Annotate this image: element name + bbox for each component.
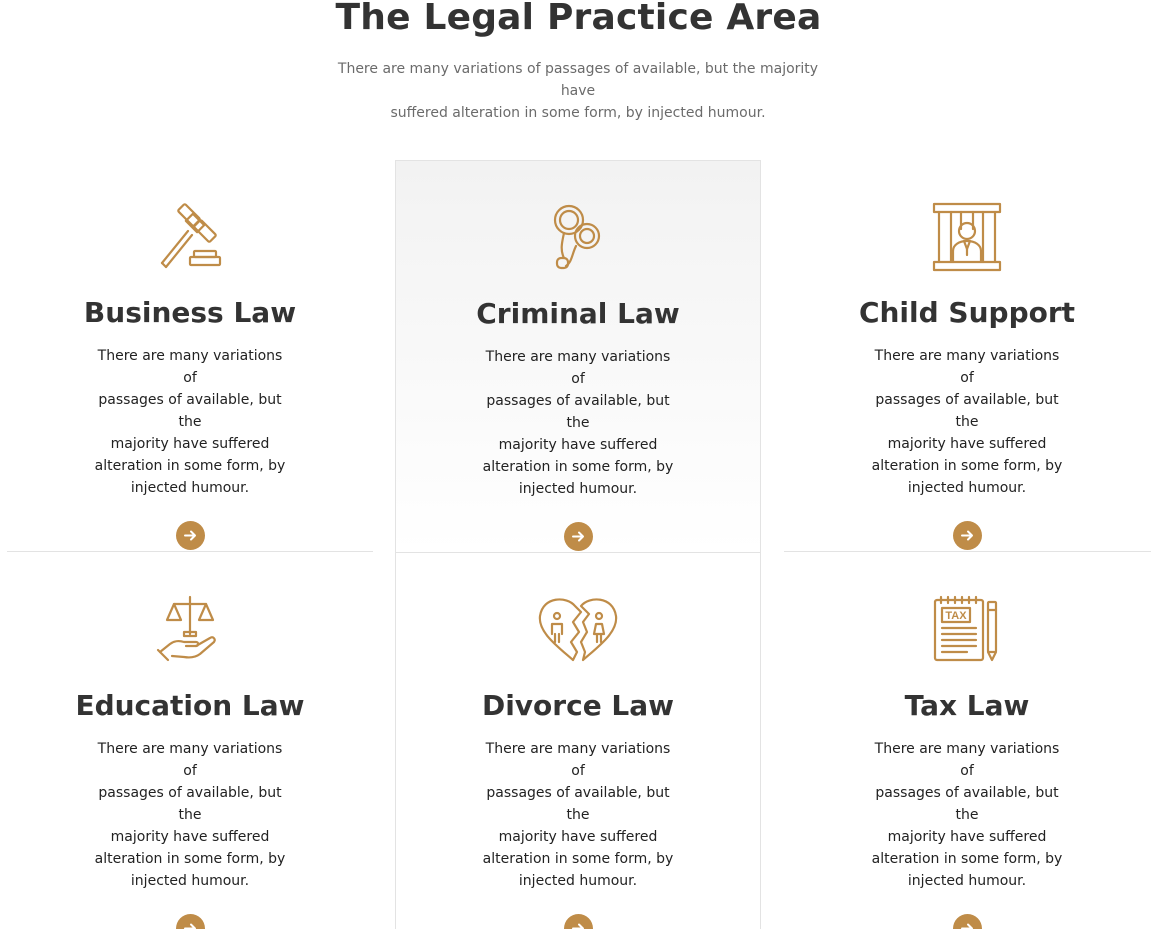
description-line: There are many variations of <box>97 741 283 779</box>
description-line: majority have suffered <box>498 437 658 453</box>
description-line: passages of available, but the <box>875 785 1059 823</box>
description-line: alteration in some form, by <box>871 458 1063 474</box>
card-description: There are many variations of passages of… <box>478 346 678 500</box>
card-title: Education Law <box>75 689 305 722</box>
description-line: passages of available, but the <box>98 392 282 430</box>
description-line: majority have suffered <box>498 829 658 845</box>
description-line: alteration in some form, by <box>94 851 286 867</box>
description-line: There are many variations of <box>874 348 1060 386</box>
description-line: alteration in some form, by <box>482 459 674 475</box>
read-more-button[interactable] <box>952 521 982 550</box>
description-line: There are many variations of <box>485 741 671 779</box>
practice-card-criminal-law: Criminal Law There are many variations o… <box>395 160 761 553</box>
section-subtitle-line-2: suffered alteration in some form, by inj… <box>390 105 766 121</box>
section-subtitle-line-1: There are many variations of passages of… <box>337 61 819 99</box>
broken-heart-icon <box>537 594 619 666</box>
description-line: injected humour. <box>518 481 638 497</box>
description-line: injected humour. <box>907 873 1027 889</box>
row-divider-right <box>784 551 1151 552</box>
read-more-button[interactable] <box>952 914 982 929</box>
practice-card-divorce-law: Divorce Law There are many variations of… <box>395 553 761 929</box>
description-line: injected humour. <box>518 873 638 889</box>
card-description: There are many variations of passages of… <box>478 738 678 892</box>
gavel-icon <box>154 201 226 273</box>
arrow-right-icon <box>960 923 973 929</box>
read-more-button[interactable] <box>563 522 593 551</box>
description-line: injected humour. <box>907 480 1027 496</box>
prison-bars-icon <box>931 201 1003 273</box>
description-line: There are many variations of <box>97 348 283 386</box>
description-line: majority have suffered <box>110 829 270 845</box>
description-line: injected humour. <box>130 480 250 496</box>
practice-card-business-law: Business Law There are many variations o… <box>7 201 373 550</box>
practice-area-section: The Legal Practice Area There are many v… <box>0 0 1165 929</box>
description-line: majority have suffered <box>110 436 270 452</box>
description-line: passages of available, but the <box>486 393 670 431</box>
card-title: Business Law <box>83 296 297 329</box>
card-title: Tax Law <box>904 689 1030 722</box>
section-subtitle: There are many variations of passages of… <box>328 58 828 124</box>
description-line: passages of available, but the <box>875 392 1059 430</box>
tax-document-icon: TAX <box>931 594 1003 666</box>
tax-label: TAX <box>945 610 967 622</box>
card-title: Divorce Law <box>481 689 675 722</box>
description-line: alteration in some form, by <box>482 851 674 867</box>
card-title: Child Support <box>858 296 1076 329</box>
card-title: Criminal Law <box>476 297 680 330</box>
description-line: alteration in some form, by <box>871 851 1063 867</box>
description-line: injected humour. <box>130 873 250 889</box>
arrow-right-icon <box>960 530 973 541</box>
arrow-right-icon <box>183 530 196 541</box>
description-line: There are many variations of <box>485 349 671 387</box>
read-more-button[interactable] <box>175 521 205 550</box>
practice-card-tax-law: TAX Tax Law There are many variations of… <box>784 594 1150 929</box>
description-line: passages of available, but the <box>486 785 670 823</box>
read-more-button[interactable] <box>175 914 205 929</box>
arrow-right-icon <box>571 923 584 929</box>
description-line: passages of available, but the <box>98 785 282 823</box>
description-line: majority have suffered <box>887 436 1047 452</box>
description-line: majority have suffered <box>887 829 1047 845</box>
scales-in-hand-icon <box>154 594 226 666</box>
card-description: There are many variations of passages of… <box>867 738 1067 892</box>
card-description: There are many variations of passages of… <box>90 738 290 892</box>
card-description: There are many variations of passages of… <box>867 345 1067 499</box>
practice-card-education-law: Education Law There are many variations … <box>7 594 373 929</box>
read-more-button[interactable] <box>563 914 593 929</box>
arrow-right-icon <box>183 923 196 929</box>
row-divider-left <box>7 551 373 552</box>
card-description: There are many variations of passages of… <box>90 345 290 499</box>
section-title: The Legal Practice Area <box>335 0 822 38</box>
description-line: alteration in some form, by <box>94 458 286 474</box>
description-line: There are many variations of <box>874 741 1060 779</box>
arrow-right-icon <box>571 531 584 542</box>
practice-card-child-support: Child Support There are many variations … <box>784 201 1150 550</box>
handcuffs-icon <box>542 202 614 274</box>
